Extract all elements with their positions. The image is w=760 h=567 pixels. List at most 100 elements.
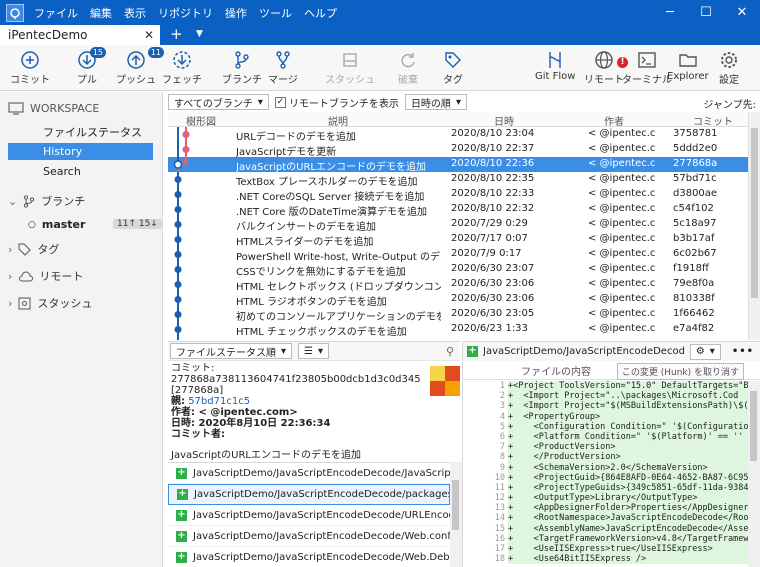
file-item[interactable]: + JavaScriptDemo/JavaScriptEncodeDecode/W…: [168, 547, 450, 567]
scroll-thumb[interactable]: [452, 480, 459, 530]
search-icon[interactable]: ⚲: [446, 345, 454, 358]
col-commit[interactable]: コミット: [693, 113, 733, 128]
col-author[interactable]: 作者: [604, 113, 624, 128]
terminal-button[interactable]: ターミナル: [622, 49, 672, 86]
changed-files-list: + JavaScriptDemo/JavaScriptEncodeDecode/J…: [168, 462, 450, 567]
branches-header[interactable]: ⌄ ブランチ: [8, 193, 85, 209]
commit-hash: 810338f: [673, 293, 715, 304]
explorer-button[interactable]: Explorer: [667, 49, 709, 82]
stash-icon: [18, 297, 31, 309]
branch-master[interactable]: ○ master: [28, 218, 85, 231]
commit-row[interactable]: HTML チェックボックスのデモを追加 2020/6/23 1:33 < @ipen…: [168, 322, 748, 338]
tab-repository[interactable]: iPentecDemo ✕: [0, 25, 160, 45]
commit-author: < @ipentec.c: [588, 188, 656, 199]
push-button[interactable]: 11 プッシュ: [116, 47, 164, 86]
maximize-icon[interactable]: ☐: [688, 0, 724, 25]
diff-options-dropdown[interactable]: ⚙ ▾: [689, 343, 721, 360]
close-icon[interactable]: ✕: [724, 0, 760, 25]
commit-row[interactable]: TextBox プレースホルダーのデモを追加 2020/8/10 22:35 < @…: [168, 172, 748, 188]
files-scrollbar[interactable]: [450, 462, 462, 567]
commit-row[interactable]: PowerShell Write-host, Write-Output のデモを…: [168, 247, 748, 263]
menu-view[interactable]: 表示: [124, 5, 146, 21]
file-item[interactable]: + JavaScriptDemo/JavaScriptEncodeDecode/W…: [168, 526, 450, 547]
scroll-thumb[interactable]: [750, 391, 757, 461]
stashes-header[interactable]: › スタッシュ: [8, 295, 92, 311]
new-tab-icon[interactable]: +: [170, 25, 183, 45]
diff-code: + <Configuration Condition=" '$(Configur…: [508, 421, 748, 432]
menu-edit[interactable]: 編集: [90, 5, 112, 21]
commit-row[interactable]: CSSでリンクを無効にするデモを追加 2020/6/30 23:07 < @ipen…: [168, 262, 748, 278]
commit-description: 初めてのコンソールアプリケーションのデモを追加: [236, 312, 441, 323]
discard-hunk-button[interactable]: この変更 (Hunk) を取り消す: [616, 363, 744, 380]
scroll-thumb[interactable]: [751, 128, 758, 298]
commit-row[interactable]: バルクインサートのデモを追加 2020/7/29 0:29 < @ipentec.c…: [168, 217, 748, 233]
branch-button[interactable]: ブランチ: [222, 49, 262, 86]
commit-row[interactable]: URLデコードのデモを追加 2020/8/10 23:04 < @ipentec.c…: [168, 127, 748, 143]
sidebar-item-history[interactable]: History: [8, 143, 153, 160]
tab-close-icon[interactable]: ✕: [144, 28, 154, 42]
file-item[interactable]: + JavaScriptDemo/JavaScriptEncodeDecode/J…: [168, 463, 450, 484]
diff-code: + <ProductVersion>: [508, 442, 748, 453]
commit-description: HTML セレクトボックス (ドロップダウンコンボボックス)のデ: [236, 282, 441, 293]
gitflow-button[interactable]: Git Flow: [535, 49, 575, 82]
commit-row[interactable]: 初めてのコンソールアプリケーションのデモを追加 2020/6/30 23:05 < …: [168, 307, 748, 323]
branch-filter-dropdown[interactable]: すべてのブランチ ▾: [168, 94, 269, 110]
commit-button[interactable]: コミット: [10, 49, 50, 86]
diff-line: 4 + <PropertyGroup>: [463, 411, 748, 422]
old-line-number: [463, 432, 488, 442]
commit-row[interactable]: HTMLスライダーのデモを追加 2020/7/17 0:07 < @ipentec.…: [168, 232, 748, 248]
tab-dropdown-icon[interactable]: ▼: [196, 29, 203, 39]
view-mode-dropdown[interactable]: ☰ ▾: [298, 343, 330, 359]
commit-row[interactable]: .NET Core 版のDateTime演算デモを追加 2020/8/10 22:…: [168, 202, 748, 218]
commit-date: 2020/8/10 22:35: [451, 173, 535, 184]
added-file-icon: +: [467, 345, 478, 357]
menu-repository[interactable]: リポジトリ: [158, 5, 213, 21]
menu-file[interactable]: ファイル: [34, 5, 78, 21]
stash-icon: [343, 53, 357, 67]
col-description[interactable]: 説明: [328, 113, 348, 128]
remotes-header[interactable]: › リモート: [8, 268, 83, 284]
commit-row[interactable]: JavaScriptデモを更新 2020/8/10 22:37 < @ipentec…: [168, 142, 748, 158]
menu-help[interactable]: ヘルプ: [304, 5, 337, 21]
parent-link[interactable]: 57bd71c1c5: [188, 396, 250, 407]
terminal-icon: [638, 52, 656, 68]
discard-icon: [401, 53, 415, 68]
menu-tools[interactable]: ツール: [259, 5, 292, 21]
remote-button[interactable]: ! リモート: [584, 49, 628, 86]
diff-scrollbar[interactable]: [748, 381, 760, 567]
menu-actions[interactable]: 操作: [225, 5, 247, 21]
commit-date: 2020/6/30 23:07: [451, 263, 535, 274]
show-remote-branches-checkbox[interactable]: ✓ リモートブランチを表示: [274, 95, 399, 110]
new-line-number: 4: [499, 411, 505, 422]
minimize-icon[interactable]: ─: [652, 0, 688, 25]
stash-button[interactable]: スタッシュ: [325, 49, 375, 86]
sidebar-item-file-status[interactable]: ファイルステータス: [8, 123, 153, 140]
merge-button[interactable]: マージ: [268, 49, 298, 86]
file-item[interactable]: + JavaScriptDemo/JavaScriptEncodeDecode/U…: [168, 505, 450, 526]
diff-code: + <PropertyGroup>: [508, 411, 748, 422]
commit-list-header: 樹形図 説明 日時 作者 コミット: [168, 112, 760, 128]
discard-button[interactable]: 破棄: [397, 49, 419, 86]
diff-line: 15 + <AssemblyName>JavaScriptEncodeDecode…: [463, 523, 748, 534]
commit-row[interactable]: JavaScriptのURLエンコードのデモを追加 2020/8/10 22:36…: [168, 157, 748, 173]
sort-order-dropdown[interactable]: 日時の順 ▾: [404, 94, 467, 110]
commit-date: 2020/6/30 23:05: [451, 308, 535, 319]
more-options-icon[interactable]: •••: [732, 346, 754, 357]
stashes-label: スタッシュ: [37, 297, 93, 310]
pull-button[interactable]: 15 プル: [76, 47, 106, 86]
commit-row[interactable]: .NET CoreのSQL Server 接続デモを追加 2020/8/10 22…: [168, 187, 748, 203]
commit-row[interactable]: HTML ラジオボタンのデモを追加 2020/6/30 23:06 < @ipent…: [168, 292, 748, 308]
tag-button[interactable]: タグ: [442, 49, 464, 86]
commit-list-scrollbar[interactable]: [748, 112, 760, 340]
col-date[interactable]: 日時: [494, 113, 514, 128]
sidebar-item-search[interactable]: Search: [8, 163, 153, 180]
tags-header[interactable]: › タグ: [8, 241, 59, 257]
commit-row[interactable]: HTML セレクトボックス (ドロップダウンコンボボックス)のデ 2020/6/3…: [168, 277, 748, 293]
file-sort-dropdown[interactable]: ファイルステータス順 ▾: [170, 343, 293, 359]
col-graph[interactable]: 樹形図: [186, 113, 216, 128]
file-item[interactable]: + JavaScriptDemo/JavaScriptEncodeDecode/p…: [168, 484, 450, 505]
settings-button[interactable]: 設定: [718, 49, 740, 86]
menu-bar: ファイル 編集 表示 リポジトリ 操作 ツール ヘルプ: [34, 5, 337, 21]
branch-icon: [235, 51, 249, 69]
fetch-button[interactable]: フェッチ: [162, 49, 202, 86]
